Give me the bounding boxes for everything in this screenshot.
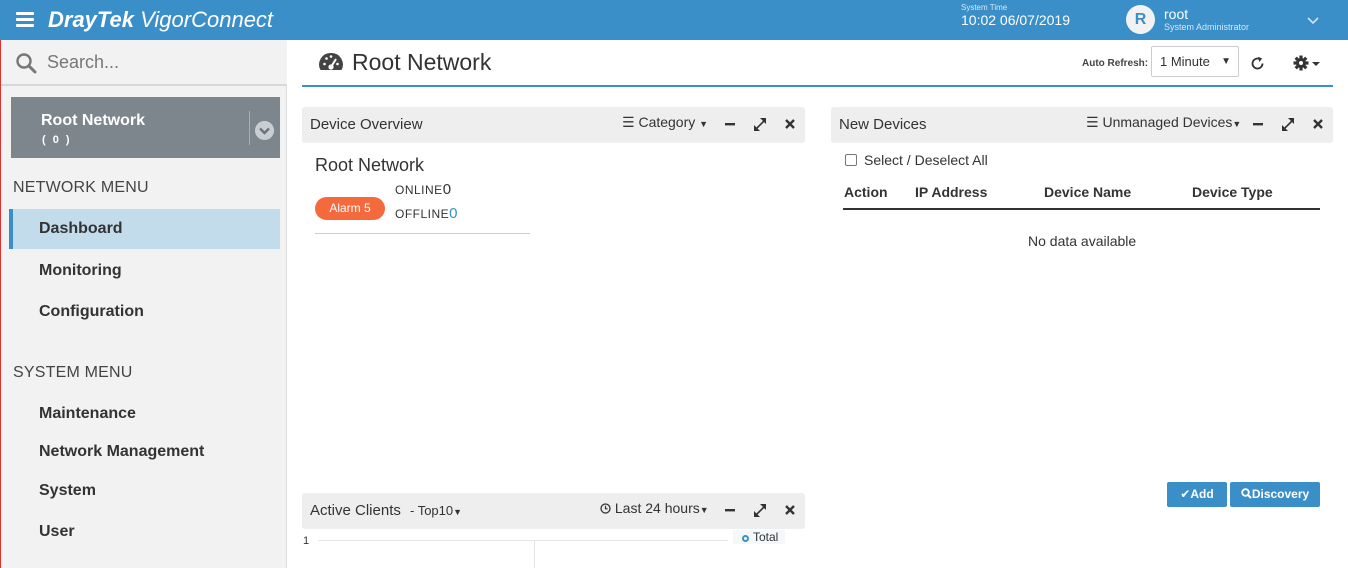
user-role: System Administrator (1164, 22, 1250, 32)
category-menu[interactable]: ☰ Category ▼ (622, 114, 708, 131)
check-icon: ✔ (1180, 487, 1191, 501)
new-devices-header: New Devices ☰ Unmanaged Devices▼ (831, 107, 1333, 143)
system-time: 10:02 06/07/2019 (961, 12, 1070, 28)
search-icon (16, 53, 37, 74)
time-range-menu[interactable]: Last 24 hours▼ (600, 500, 709, 516)
search-bar (1, 40, 287, 86)
add-button-label: Add (1190, 487, 1214, 501)
list-icon: ☰ (1086, 114, 1099, 130)
column-header-ip-address[interactable]: IP Address (915, 184, 987, 200)
chart-gridline (534, 540, 535, 568)
brand-name: DrayTek (48, 7, 135, 32)
hamburger-menu-icon[interactable] (16, 12, 34, 28)
caret-down-icon: ▼ (699, 505, 709, 515)
online-value[interactable]: 0 (443, 181, 452, 198)
dashboard-gauge-icon (319, 52, 343, 70)
refresh-icon[interactable] (1250, 56, 1265, 71)
caret-down-icon: ▼ (1221, 56, 1231, 67)
select-all[interactable]: Select / Deselect All (845, 152, 988, 168)
system-time-label: System Time (961, 3, 1008, 12)
chevron-down-icon[interactable] (255, 121, 274, 140)
divider (315, 233, 530, 234)
menu-item-system[interactable]: System (9, 471, 280, 511)
expand-icon[interactable] (753, 116, 767, 132)
top-bar: DrayTek VigorConnect System Time 10:02 0… (0, 0, 1348, 40)
divider (249, 111, 250, 145)
clock-icon (600, 503, 611, 514)
offline-value[interactable]: 0 (449, 205, 458, 222)
menu-item-user[interactable]: User (9, 512, 280, 552)
active-clients-title: Active Clients (310, 502, 401, 519)
minimize-icon[interactable] (1251, 116, 1265, 132)
offline-stat: OFFLINE0 (395, 205, 458, 222)
close-icon[interactable] (783, 502, 797, 518)
chart-gridline (318, 540, 728, 541)
chart-y-tick: 1 (303, 535, 310, 547)
minimize-icon[interactable] (723, 502, 737, 518)
new-devices-title: New Devices (839, 116, 927, 133)
page-header: Root Network Auto Refresh: 1 Minute ▼ (302, 40, 1333, 87)
menu-item-dashboard[interactable]: Dashboard (9, 209, 280, 249)
network-selector[interactable]: Root Network ( 0 ) (11, 97, 280, 158)
online-stat: ONLINE0 (395, 181, 452, 198)
select-all-checkbox[interactable] (845, 154, 857, 166)
unmanaged-devices-menu[interactable]: ☰ Unmanaged Devices▼ (1086, 114, 1241, 131)
device-network-name: Root Network (315, 155, 425, 175)
auto-refresh-value: 1 Minute (1160, 54, 1210, 69)
network-name: Root Network (41, 112, 145, 129)
menu-item-configuration[interactable]: Configuration (9, 292, 280, 332)
discovery-button-label: Discovery (1251, 487, 1310, 501)
add-button[interactable]: ✔Add (1167, 482, 1227, 507)
product-name: VigorConnect (140, 7, 274, 32)
auto-refresh-label: Auto Refresh: (1082, 58, 1149, 69)
caret-down-icon: ▼ (453, 507, 463, 517)
close-icon[interactable] (783, 116, 797, 132)
brand-logo: DrayTek VigorConnect (48, 7, 273, 33)
no-data-message: No data available (1028, 233, 1137, 249)
system-menu-title: SYSTEM MENU (13, 364, 133, 381)
expand-icon[interactable] (753, 502, 767, 518)
user-name[interactable]: root (1164, 6, 1188, 22)
column-header-device-name[interactable]: Device Name (1044, 184, 1131, 200)
search-icon (1241, 488, 1252, 499)
avatar[interactable]: R (1126, 5, 1155, 34)
menu-item-monitoring[interactable]: Monitoring (9, 251, 280, 291)
caret-down-icon: ▼ (1232, 119, 1242, 129)
menu-item-network-management[interactable]: Network Management (9, 432, 280, 472)
column-header-action[interactable]: Action (844, 184, 888, 200)
sidebar: Root Network ( 0 ) NETWORK MENU Dashboar… (0, 40, 287, 568)
legend-marker-icon (742, 535, 749, 542)
legend-label: Total (753, 530, 779, 544)
column-header-device-type[interactable]: Device Type (1192, 184, 1273, 200)
chevron-down-icon[interactable] (1307, 14, 1319, 26)
chart-legend[interactable]: Total (733, 530, 785, 544)
select-all-label: Select / Deselect All (864, 152, 988, 168)
network-menu-title: NETWORK MENU (13, 179, 149, 196)
online-label: ONLINE (395, 183, 443, 197)
device-overview-title: Device Overview (310, 116, 423, 133)
active-clients-header: Active Clients - Top10▼ Last 24 hours▼ (302, 493, 805, 529)
auto-refresh-select[interactable]: 1 Minute ▼ (1151, 46, 1239, 77)
alarm-badge[interactable]: Alarm 5 (315, 197, 385, 220)
minimize-icon[interactable] (723, 116, 737, 132)
close-icon[interactable] (1311, 116, 1325, 132)
unmanaged-devices-label: Unmanaged Devices (1102, 114, 1233, 130)
expand-icon[interactable] (1281, 116, 1295, 132)
search-input[interactable] (47, 50, 272, 74)
top10-menu[interactable]: - Top10▼ (410, 503, 462, 518)
page-title: Root Network (352, 49, 492, 75)
discovery-button[interactable]: Discovery (1230, 482, 1320, 507)
list-icon: ☰ (622, 114, 635, 130)
time-range-label: Last 24 hours (614, 500, 700, 516)
menu-item-maintenance[interactable]: Maintenance (9, 394, 280, 434)
top10-label: - Top10 (410, 503, 454, 518)
table-header-divider (843, 208, 1320, 210)
gear-icon[interactable] (1293, 55, 1323, 71)
network-count: ( 0 ) (42, 134, 72, 146)
caret-down-icon: ▼ (699, 119, 709, 129)
category-menu-label: Category (638, 114, 696, 130)
device-overview-header: Device Overview ☰ Category ▼ (302, 107, 805, 143)
offline-label: OFFLINE (395, 207, 450, 221)
